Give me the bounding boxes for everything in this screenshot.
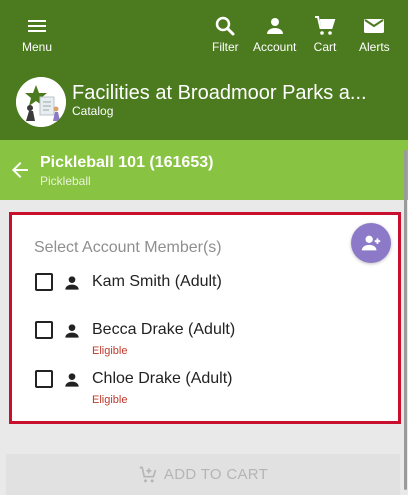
eligibility-status: Eligible bbox=[92, 345, 128, 357]
filter-button[interactable]: Filter bbox=[212, 14, 239, 53]
member-checkbox[interactable] bbox=[35, 321, 53, 339]
person-icon bbox=[65, 276, 79, 290]
search-icon bbox=[216, 16, 235, 36]
program-subtitle: Pickleball bbox=[40, 174, 91, 188]
account-label: Account bbox=[253, 40, 297, 54]
menu-label: Menu bbox=[22, 40, 53, 54]
menu-button[interactable]: Menu bbox=[22, 14, 52, 53]
facility-logo bbox=[16, 77, 66, 127]
filter-label: Filter bbox=[212, 40, 239, 54]
add-member-button[interactable] bbox=[351, 223, 391, 263]
add-shopping-cart-icon bbox=[139, 466, 157, 482]
facility-subtitle: Catalog bbox=[72, 104, 114, 118]
member-row: Kam Smith (Adult) bbox=[12, 273, 398, 313]
member-name: Chloe Drake (Adult) bbox=[92, 370, 233, 387]
member-checkbox[interactable] bbox=[35, 370, 53, 388]
top-nav-bar: Menu Filter Account Cart Alerts bbox=[0, 0, 408, 65]
person-icon bbox=[65, 373, 79, 387]
alerts-button[interactable]: Alerts bbox=[359, 14, 390, 53]
add-person-icon bbox=[361, 235, 381, 251]
program-header: Pickleball 101 (161653) Pickleball bbox=[0, 140, 408, 200]
facility-title: Facilities at Broadmoor Parks a... bbox=[72, 82, 367, 104]
member-checkbox[interactable] bbox=[35, 273, 53, 291]
cart-icon bbox=[315, 16, 336, 35]
program-title: Pickleball 101 (161653) bbox=[40, 154, 214, 171]
account-member-card: Select Account Member(s) Kam Smith (Adul… bbox=[9, 212, 401, 424]
arrow-back-icon[interactable] bbox=[8, 158, 32, 182]
member-name: Kam Smith (Adult) bbox=[92, 273, 222, 290]
eligibility-status: Eligible bbox=[92, 394, 128, 406]
account-button[interactable]: Account bbox=[253, 14, 296, 53]
facility-header: Facilities at Broadmoor Parks a... Catal… bbox=[0, 65, 408, 140]
select-members-label: Select Account Member(s) bbox=[34, 239, 222, 256]
member-row: Becca Drake (Adult) Eligible bbox=[12, 321, 398, 361]
cart-button[interactable]: Cart bbox=[313, 14, 337, 53]
add-to-cart-button[interactable]: ADD TO CART bbox=[6, 454, 400, 495]
add-to-cart-label: ADD TO CART bbox=[163, 466, 269, 483]
alerts-label: Alerts bbox=[359, 40, 390, 54]
person-icon bbox=[65, 324, 79, 338]
member-name: Becca Drake (Adult) bbox=[92, 321, 236, 338]
menu-icon bbox=[28, 20, 47, 32]
logo-illustration-icon bbox=[16, 77, 66, 127]
member-row: Chloe Drake (Adult) Eligible bbox=[12, 370, 398, 410]
scrollbar-thumb[interactable] bbox=[404, 150, 407, 490]
cart-label: Cart bbox=[313, 40, 337, 54]
person-icon bbox=[266, 18, 283, 34]
mail-icon bbox=[364, 19, 385, 33]
